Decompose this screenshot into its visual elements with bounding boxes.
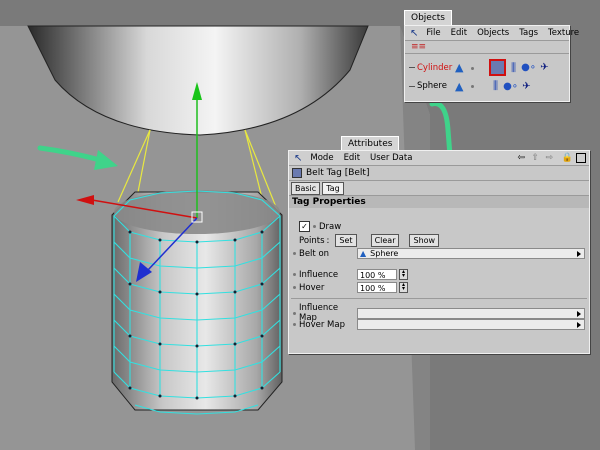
new-window-icon[interactable] — [576, 153, 586, 163]
influence-row: Influence 100 % ▴ ▾ — [293, 269, 408, 280]
objects-menu-texture[interactable]: Texture — [543, 26, 584, 40]
sphere-object-icon: ▲ — [360, 249, 367, 258]
hover-map-label: Hover Map — [299, 319, 345, 330]
attributes-tabs: Basic Tag — [289, 181, 589, 196]
objects-menubar: ↖ File Edit Objects Tags Texture — [405, 26, 579, 41]
belt-tag-icon[interactable] — [489, 59, 506, 76]
objects-panel-tab[interactable]: Objects — [404, 10, 453, 25]
attributes-menubar: ↖ Mode Edit User Data ⇦ ⇧ ⇨ 🔒 — [289, 151, 589, 166]
points-label: Points — [299, 235, 325, 246]
objects-menu-edit[interactable]: Edit — [446, 26, 472, 40]
influence-map-field[interactable] — [357, 307, 585, 319]
draw-checkbox[interactable]: ✓ — [299, 221, 310, 232]
objects-panel: ↖ File Edit Objects Tags Texture ≡≡ Cyli… — [404, 25, 579, 102]
attributes-panel-tab[interactable]: Attributes — [341, 136, 400, 151]
influence-map-arrow-icon[interactable] — [577, 310, 581, 317]
hover-row: Hover 100 % ▴ ▾ — [293, 282, 408, 293]
draw-row: ✓ Draw — [299, 221, 341, 232]
object-name-sphere[interactable]: Sphere — [417, 81, 455, 91]
object-name-cylinder[interactable]: Cylinder — [417, 63, 455, 73]
belt-on-label: Belt on — [299, 248, 330, 259]
nav-up-icon[interactable]: ⇧ — [531, 153, 539, 163]
attributes-menu-mode[interactable]: Mode — [305, 151, 338, 165]
objects-menu-objects[interactable]: Objects — [472, 26, 514, 40]
object-row-cylinder[interactable]: Cylinder ▲ ⫼ ●∘ ✈ — [409, 59, 565, 76]
hover-map-field[interactable] — [357, 319, 585, 330]
influence-input[interactable]: 100 % — [357, 269, 397, 280]
objects-cursor-icon[interactable]: ↖ — [407, 28, 421, 39]
belt-on-value: Sphere — [370, 249, 399, 258]
hover-input[interactable]: 100 % — [357, 282, 397, 293]
section-header: Tag Properties — [289, 196, 589, 208]
cylinder-object-icon: ▲ — [455, 61, 464, 74]
tab-basic[interactable]: Basic — [291, 181, 321, 195]
draw-label: Draw — [319, 221, 342, 232]
phong-tag-icon[interactable]: ●∘ — [503, 81, 518, 92]
hierarchy-icon[interactable]: ≡≡ — [411, 42, 426, 52]
texture-tag-icon[interactable]: ⫼ — [511, 61, 516, 75]
hover-map-arrow-icon[interactable] — [577, 322, 581, 328]
points-row: Points: Set Clear Show — [299, 234, 440, 247]
clear-button[interactable]: Clear — [370, 234, 400, 247]
belt-on-row: Belt on ▲ Sphere — [293, 248, 585, 259]
hover-stepper-icon[interactable]: ▴ ▾ — [399, 282, 408, 293]
sphere-object-icon: ▲ — [455, 79, 464, 93]
tree-line — [409, 85, 415, 87]
tab-tag[interactable]: Tag — [322, 181, 344, 195]
attributes-menu-user-data[interactable]: User Data — [365, 151, 417, 165]
objects-toolbar: ≡≡ — [405, 41, 569, 54]
object-title: Belt Tag [Belt] — [306, 168, 370, 178]
lock-icon[interactable]: 🔒 — [562, 153, 573, 163]
phong-tag-icon[interactable]: ●∘ — [521, 62, 536, 73]
compositing-tag-icon[interactable]: ✈ — [540, 62, 548, 73]
objects-menu-file[interactable]: File — [421, 26, 445, 40]
hover-label: Hover — [299, 282, 325, 293]
objects-menu-tags[interactable]: Tags — [514, 26, 543, 40]
divider — [291, 298, 587, 299]
nav-forward-icon[interactable]: ⇨ — [545, 153, 553, 163]
compositing-tag-icon[interactable]: ✈ — [522, 81, 530, 92]
texture-tag-icon[interactable]: ⫼ — [493, 79, 498, 93]
visibility-dots[interactable] — [471, 63, 481, 73]
set-button[interactable]: Set — [335, 234, 357, 247]
nav-back-icon[interactable]: ⇦ — [517, 153, 525, 163]
belt-tag-icon — [292, 168, 302, 178]
object-title-row: Belt Tag [Belt] — [289, 166, 589, 181]
influence-stepper-icon[interactable]: ▴ ▾ — [399, 269, 408, 280]
link-menu-arrow-icon[interactable] — [577, 251, 581, 257]
object-row-sphere[interactable]: Sphere ▲ ⫼ ●∘ ✈ — [409, 79, 565, 93]
belt-on-link-field[interactable]: ▲ Sphere — [357, 248, 585, 259]
hover-map-row: Hover Map — [293, 319, 585, 330]
visibility-dots[interactable] — [471, 81, 481, 91]
tree-line — [409, 67, 415, 68]
attributes-cursor-icon[interactable]: ↖ — [291, 153, 305, 164]
influence-label: Influence — [299, 269, 339, 280]
attributes-menu-edit[interactable]: Edit — [339, 151, 365, 165]
show-button[interactable]: Show — [409, 234, 440, 247]
attributes-panel: ↖ Mode Edit User Data ⇦ ⇧ ⇨ 🔒 Belt Tag [… — [288, 150, 590, 354]
